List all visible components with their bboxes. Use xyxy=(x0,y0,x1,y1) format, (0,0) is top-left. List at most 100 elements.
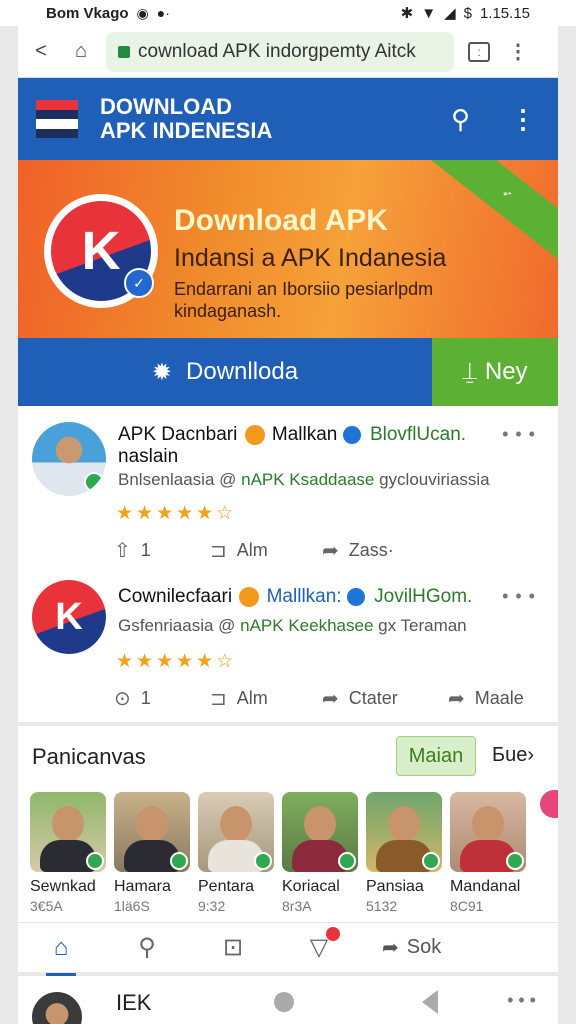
post-text: Bnlsenlaasia @ nAPK Ksaddaase gyclouviri… xyxy=(118,470,490,490)
bluetooth-icon: ✱ xyxy=(400,5,414,22)
browser-toolbar: < ⌂ cownload APK indorgpemty Aitck : ⋮ xyxy=(18,26,558,78)
apk-logo-icon: K ✓ xyxy=(44,194,158,308)
author-meta: Mallkan xyxy=(271,424,338,445)
share-button[interactable]: ➦ Ctater xyxy=(322,686,448,711)
person-count: 3€5A xyxy=(30,898,63,914)
avatar[interactable]: K xyxy=(32,580,106,654)
person-count: 5132 xyxy=(366,898,398,914)
verified-icon xyxy=(170,852,188,870)
system-home-icon[interactable] xyxy=(274,992,294,1012)
suggestions-section: Panicanvas Maian Бue› Sewnkad 3€5A Hamar… xyxy=(18,726,558,922)
more-icon[interactable]: • • • xyxy=(507,990,536,1011)
notification-badge xyxy=(326,927,340,941)
app-header: DOWNLOAD APK INDENESIA ⚲ ⋮ xyxy=(18,78,558,160)
author-name: Cownilecfaari xyxy=(118,586,233,607)
post-text: Gsfenriaasia @ nAPK Keekhasee gx Teraman xyxy=(118,616,467,636)
author-link[interactable]: JovilHGom. xyxy=(374,586,472,607)
share-button[interactable]: ➦ Zass· xyxy=(322,538,394,563)
nav-notifications-icon[interactable]: ▽ xyxy=(276,927,362,962)
person-name: Mandanal xyxy=(450,878,521,895)
view-icon: ⊙ xyxy=(114,688,131,710)
nav-sok-button[interactable]: ➦ Sok xyxy=(382,935,441,960)
nav-apps-icon[interactable]: ⊡ xyxy=(190,933,276,962)
system-back-icon[interactable] xyxy=(422,990,438,1014)
person-card[interactable]: Sewnkad 3€5A xyxy=(30,792,108,914)
tabs-icon[interactable]: : xyxy=(468,41,490,62)
author-name-line2: naslain xyxy=(118,446,179,467)
forward-icon: ➦ xyxy=(448,688,465,710)
person-name: Koriacal xyxy=(282,878,340,895)
rating-stars: ★★★★★☆ xyxy=(116,651,237,672)
person-count: 8C91 xyxy=(450,898,484,914)
hero-banner[interactable]: K ✓ Download APK Indansi a APK Indanesia… xyxy=(18,160,558,338)
share-icon: ➦ xyxy=(322,688,339,710)
search-icon[interactable]: ⚲ xyxy=(451,104,470,135)
download-label: Downlloda xyxy=(186,358,299,385)
post-author[interactable]: APK Dacnbari Mallkan BlovflUcan. xyxy=(118,424,466,446)
repost-label: Alm xyxy=(236,688,268,708)
main-button[interactable]: Maian xyxy=(396,736,476,776)
hero-description: Endarrani an Iborsiio pesiarlpdm kindaga… xyxy=(174,279,434,321)
app-menu-icon[interactable]: ⋮ xyxy=(510,104,536,135)
next-button[interactable]: Бue› xyxy=(492,744,534,767)
post-card[interactable]: K Cownilecfaari Malllkan: JovilHGom. Gsf… xyxy=(18,566,558,722)
address-bar[interactable]: cownload APK indorgpemty Aitck xyxy=(106,31,454,72)
person-name: Hamara xyxy=(114,878,171,895)
sok-label: Sok xyxy=(406,936,442,958)
url-text: cownload APK indorgpemty Aitck xyxy=(138,40,416,62)
repost-button[interactable]: ⊐ Alm xyxy=(210,538,322,563)
repost-button[interactable]: ⊐ Alm xyxy=(210,686,322,711)
post-text-a: Gsfenriaasia @ xyxy=(118,616,241,635)
flag-logo-icon xyxy=(36,100,78,138)
person-card[interactable]: Mandanal 8C91 xyxy=(450,792,528,914)
forward-button[interactable]: ➦ Maale xyxy=(448,686,524,711)
like-count: 1 xyxy=(140,540,151,560)
like-icon: ⇧ xyxy=(114,540,131,562)
like-button[interactable]: ⇧ 1 xyxy=(114,538,210,563)
verified-icon xyxy=(254,852,272,870)
wifi-icon: ▼ xyxy=(421,4,437,22)
record-icon: ●· xyxy=(156,5,170,21)
repost-icon: ⊐ xyxy=(210,540,227,562)
post-mention[interactable]: nAPK Ksaddaase xyxy=(241,470,374,489)
post-actions: ⇧ 1 ⊐ Alm ➦ Zass· xyxy=(114,538,394,563)
corner-ribbon: ➶ xyxy=(427,160,558,263)
scroll-indicator-icon[interactable] xyxy=(540,790,558,818)
lock-icon xyxy=(118,45,130,58)
person-card[interactable]: Pentara 9:32 xyxy=(198,792,276,914)
verified-icon xyxy=(422,852,440,870)
author-link[interactable]: BlovflUcan. xyxy=(370,424,466,445)
share-icon: ➦ xyxy=(322,540,339,562)
nav-home-icon[interactable]: ⌂ xyxy=(18,934,104,976)
bottom-nav: ⌂ ⚲ ⊡ ▽ ➦ Sok xyxy=(18,922,558,976)
browser-menu-icon[interactable]: ⋮ xyxy=(508,39,528,64)
avatar[interactable] xyxy=(32,992,82,1024)
nav-search-icon[interactable]: ⚲ xyxy=(104,933,190,962)
avatar[interactable] xyxy=(32,422,106,496)
post-card[interactable]: APK Dacnbari Mallkan BlovflUcan. naslain… xyxy=(18,406,558,566)
post-author[interactable]: Cownilecfaari Malllkan: JovilHGom. xyxy=(118,586,472,608)
person-photo xyxy=(450,792,526,872)
repost-label: Alm xyxy=(236,540,268,560)
person-count: 9:32 xyxy=(198,898,226,914)
post-text-a: Bnlsenlaasia @ xyxy=(118,470,242,489)
feed: APK Dacnbari Mallkan BlovflUcan. naslain… xyxy=(18,406,558,722)
more-icon[interactable]: • • • xyxy=(502,424,536,445)
verified-icon xyxy=(86,852,104,870)
view-button[interactable]: ⊙ 1 xyxy=(114,686,210,711)
person-card[interactable]: Koriacal 8r3A xyxy=(282,792,360,914)
post-mention[interactable]: nAPK Keekhasee xyxy=(240,616,373,635)
download-button[interactable]: ✹ Downlloda xyxy=(18,338,432,406)
person-card[interactable]: Hamara 1lä6S xyxy=(114,792,192,914)
post-text-c: gx Teraman xyxy=(373,616,467,635)
person-count: 8r3A xyxy=(282,898,312,914)
person-photo xyxy=(366,792,442,872)
post-text-c: gyclouviriassia xyxy=(374,470,490,489)
next-post-peek[interactable]: IEK • • • xyxy=(18,976,558,1024)
back-icon[interactable]: < xyxy=(24,40,58,63)
ney-button[interactable]: ⍊ Ney xyxy=(432,338,558,406)
person-card[interactable]: Pansiaa 5132 xyxy=(366,792,444,914)
more-icon[interactable]: • • • xyxy=(502,586,536,607)
home-icon[interactable]: ⌂ xyxy=(64,40,98,63)
app-title-line1: DOWNLOAD xyxy=(100,94,232,119)
